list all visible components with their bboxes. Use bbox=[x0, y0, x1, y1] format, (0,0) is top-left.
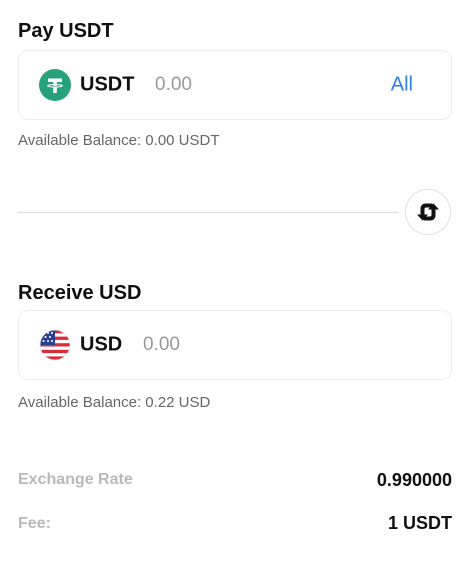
pay-amount-input[interactable] bbox=[155, 72, 355, 98]
exchange-rate-value: 0.990000 bbox=[376, 470, 452, 490]
pay-available-balance: Available Balance: 0.00 USDT bbox=[18, 132, 220, 149]
fee-value: 1 USDT bbox=[387, 513, 452, 533]
receive-section-title: Receive USD bbox=[18, 282, 142, 304]
tether-icon bbox=[39, 69, 71, 101]
divider bbox=[18, 212, 398, 213]
swap-arrows-icon bbox=[417, 203, 439, 221]
us-flag-icon bbox=[39, 329, 71, 361]
pay-amount-box: USDT All bbox=[18, 50, 452, 120]
all-button[interactable]: All bbox=[391, 74, 413, 97]
receive-coin-label: USD bbox=[80, 333, 123, 356]
receive-amount-input[interactable] bbox=[143, 332, 343, 358]
receive-amount-box: USD bbox=[18, 310, 452, 380]
pay-coin-label: USDT bbox=[80, 73, 135, 96]
exchange-rate-label: Exchange Rate bbox=[18, 471, 133, 488]
receive-available-balance: Available Balance: 0.22 USD bbox=[18, 394, 211, 411]
fee-label: Fee: bbox=[18, 515, 51, 532]
pay-section-title: Pay USDT bbox=[18, 20, 114, 42]
swap-button[interactable] bbox=[405, 189, 451, 235]
